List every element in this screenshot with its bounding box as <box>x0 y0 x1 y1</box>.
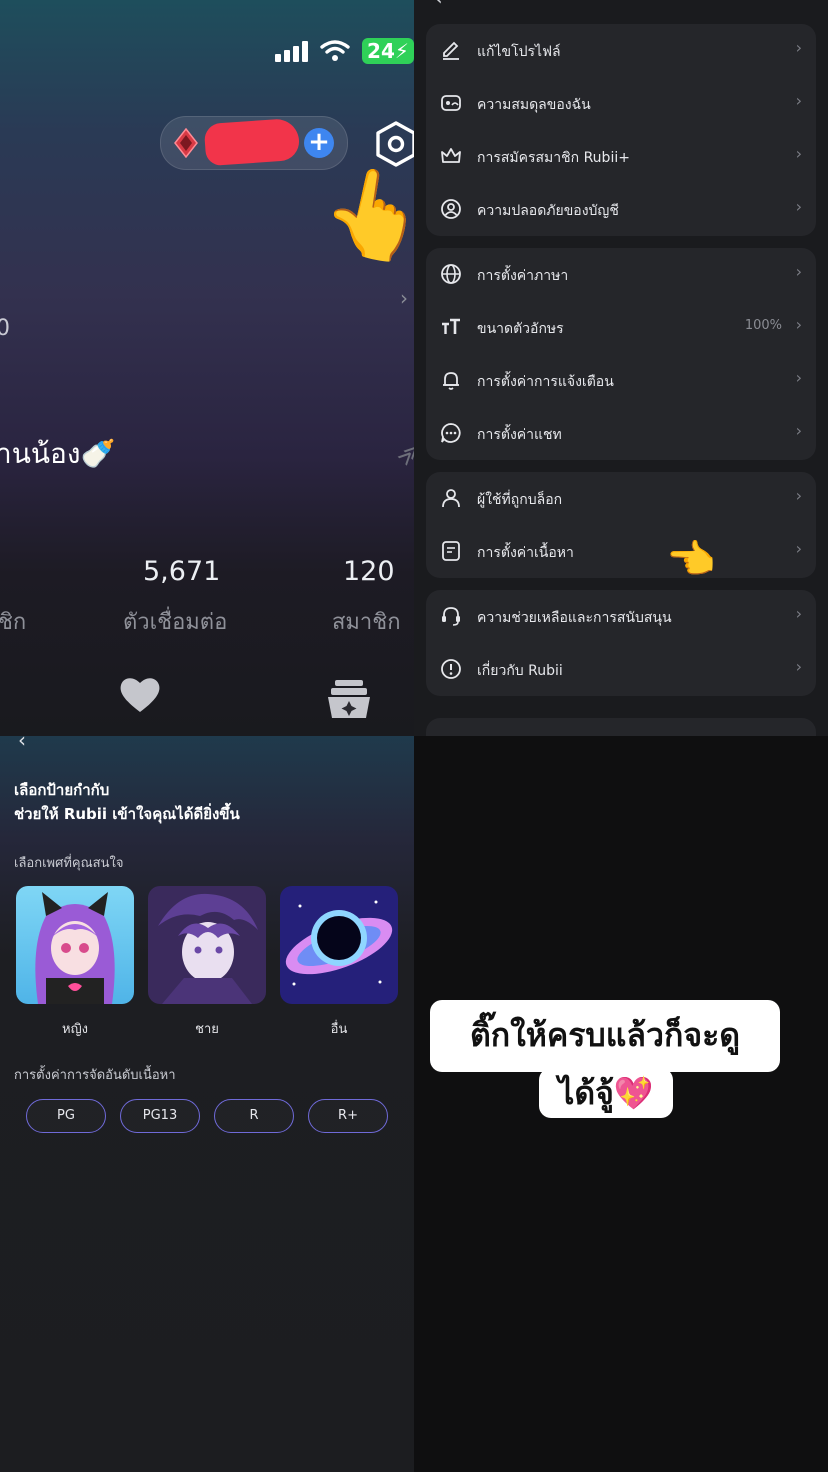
settings-panel: ‹ ⎯⎯⎯⎯ แก้ไขโปรไฟล์ › ความสมดุลของฉัน › … <box>414 0 828 736</box>
settings-row-blocked-users[interactable]: ผู้ใช้ที่ถูกบล็อก › <box>426 472 816 525</box>
font-size-value: 100% <box>744 318 782 333</box>
tags-subheading: ช่วยให้ Rubii เข้าใจคุณได้ดียิ่งขึ้น <box>14 805 240 823</box>
back-icon[interactable]: ‹ <box>434 0 443 11</box>
caption-panel: ติ๊กให้ครบแล้วก็จะดู ได้จู้💖 <box>414 736 828 1472</box>
settings-row-chat[interactable]: การตั้งค่าแชท › <box>426 407 816 460</box>
settings-row-about[interactable]: เกี่ยวกับ Rubii › <box>426 643 816 696</box>
heart-icon[interactable] <box>118 674 162 714</box>
cut-text: 0 <box>0 316 10 341</box>
settings-row-label: ผู้ใช้ที่ถูกบล็อก <box>477 492 563 508</box>
expand-icon[interactable]: ≫ <box>393 438 414 472</box>
settings-row-language[interactable]: การตั้งค่าภาษา › <box>426 248 816 301</box>
chevron-right-icon: › <box>795 486 802 505</box>
settings-row-label: ความสมดุลของฉัน <box>477 97 591 113</box>
settings-row-label: การตั้งค่าภาษา <box>477 268 569 284</box>
rating-option-r[interactable]: R <box>214 1099 294 1133</box>
settings-row-font-size[interactable]: ขนาดตัวอักษร 100% › <box>426 301 816 354</box>
bell-icon <box>443 372 459 390</box>
settings-group-cut <box>426 718 816 736</box>
chevron-right-icon: › <box>795 368 802 387</box>
settings-row-balance[interactable]: ความสมดุลของฉัน › <box>426 77 816 130</box>
settings-row-subscription[interactable]: การสมัครสมาชิก Rubii+ › <box>426 130 816 183</box>
rating-option-r-plus[interactable]: R+ <box>308 1099 388 1133</box>
cut-stat-label: ชิก <box>0 610 27 635</box>
redacted-balance <box>203 117 301 167</box>
settings-title-cut: ⎯⎯⎯⎯ <box>592 0 628 7</box>
chevron-right-icon[interactable]: › <box>400 286 408 310</box>
chevron-right-icon: › <box>795 197 802 216</box>
settings-group-account: แก้ไขโปรไฟล์ › ความสมดุลของฉัน › การสมัค… <box>426 24 816 236</box>
connections-count: 5,671 <box>143 556 221 587</box>
gender-option-female-image[interactable] <box>16 886 134 1004</box>
signal-icon <box>275 40 308 62</box>
chat-icon <box>441 423 461 443</box>
settings-row-content-settings[interactable]: การตั้งค่าเนื้อหา › <box>426 525 816 578</box>
caption-text-line2: ได้จู้💖 <box>558 1074 654 1112</box>
back-icon[interactable]: ‹ <box>18 736 26 752</box>
caption-text-line1: ติ๊กให้ครบแล้วก็จะดู <box>469 1016 741 1054</box>
battery-level: 24 <box>367 39 395 63</box>
rating-option-pg13[interactable]: PG13 <box>120 1099 200 1133</box>
settings-row-edit-profile[interactable]: แก้ไขโปรไฟล์ › <box>426 24 816 77</box>
settings-row-label: ความปลอดภัยของบัญชี <box>477 203 619 219</box>
chevron-right-icon: › <box>795 421 802 440</box>
wifi-icon <box>320 40 350 61</box>
settings-row-label: ขนาดตัวอักษร <box>477 321 564 337</box>
chevron-right-icon: › <box>795 144 802 163</box>
settings-row-label: เกี่ยวกับ Rubii <box>477 663 563 679</box>
connections-label[interactable]: ตัวเชื่อมต่อ <box>123 604 227 639</box>
info-icon <box>441 659 461 679</box>
settings-group-content: ผู้ใช้ที่ถูกบล็อก › การตั้งค่าเนื้อหา › <box>426 472 816 578</box>
edit-icon <box>443 41 459 60</box>
pointing-hand-emoji: 👈 <box>666 537 716 583</box>
chevron-right-icon: › <box>795 539 802 558</box>
tags-heading: เลือกป้ายกำกับ <box>14 781 110 799</box>
battery-icon: 24⚡ <box>362 38 414 64</box>
chevron-right-icon: › <box>795 315 802 334</box>
settings-gear-icon[interactable] <box>374 121 414 167</box>
crown-icon <box>441 148 461 163</box>
chevron-right-icon: › <box>795 604 802 623</box>
profile-panel: 24⚡ + 👆 › 0 านน้อง🍼 ≫ 5,671 ตัวเชื่อมต่อ… <box>0 0 414 736</box>
wallet-icon <box>441 95 461 111</box>
settings-row-label: การตั้งค่าแชท <box>477 427 562 443</box>
gender-option-male-image[interactable] <box>148 886 266 1004</box>
pointing-hand-emoji: 👆 <box>312 155 414 273</box>
add-currency-button[interactable]: + <box>304 128 334 158</box>
settings-row-label: แก้ไขโปรไฟล์ <box>477 44 561 60</box>
settings-row-label: ความช่วยเหลือและการสนับสนุน <box>477 610 672 626</box>
settings-row-account-security[interactable]: ความปลอดภัยของบัญชี › <box>426 183 816 236</box>
settings-group-preferences: การตั้งค่าภาษา › ขนาดตัวอักษร 100% › การ… <box>426 248 816 460</box>
settings-row-label: การตั้งค่าเนื้อหา <box>477 545 574 561</box>
account-icon <box>441 199 461 219</box>
diamond-icon <box>174 128 198 158</box>
treasure-box-icon[interactable] <box>325 678 373 720</box>
settings-row-label: การสมัครสมาชิก Rubii+ <box>477 150 630 166</box>
rating-section-label: การตั้งค่าการจัดอันดับเนื้อหา <box>14 1068 176 1083</box>
chevron-right-icon: › <box>795 657 802 676</box>
status-bar: 24⚡ <box>275 38 414 64</box>
gender-option-female-label: หญิง <box>62 1022 88 1037</box>
profile-nickname: านน้อง🍼 <box>0 437 116 470</box>
user-icon <box>442 489 460 508</box>
gender-section-label: เลือกเพศที่คุณสนใจ <box>14 856 124 871</box>
headset-icon <box>442 607 460 626</box>
chevron-right-icon: › <box>795 262 802 281</box>
gender-option-male-label: ชาย <box>195 1022 219 1037</box>
rating-option-pg[interactable]: PG <box>26 1099 106 1133</box>
settings-row-notifications[interactable]: การตั้งค่าการแจ้งเตือน › <box>426 354 816 407</box>
content-icon <box>442 541 460 561</box>
settings-group-support: ความช่วยเหลือและการสนับสนุน › เกี่ยวกับ … <box>426 590 816 696</box>
members-label[interactable]: สมาชิก <box>332 604 401 639</box>
gender-option-other-image[interactable] <box>280 886 398 1004</box>
tag-selection-panel: ‹ เลือกป้ายกำกับ ช่วยให้ Rubii เข้าใจคุณ… <box>0 736 414 1472</box>
settings-row-help[interactable]: ความช่วยเหลือและการสนับสนุน › <box>426 590 816 643</box>
chevron-right-icon: › <box>795 38 802 57</box>
chevron-right-icon: › <box>795 91 802 110</box>
gender-option-other-label: อื่น <box>330 1022 348 1037</box>
globe-icon <box>441 264 461 284</box>
text-size-icon <box>442 318 460 334</box>
members-count: 120 <box>343 556 395 587</box>
settings-row-label: การตั้งค่าการแจ้งเตือน <box>477 374 614 390</box>
